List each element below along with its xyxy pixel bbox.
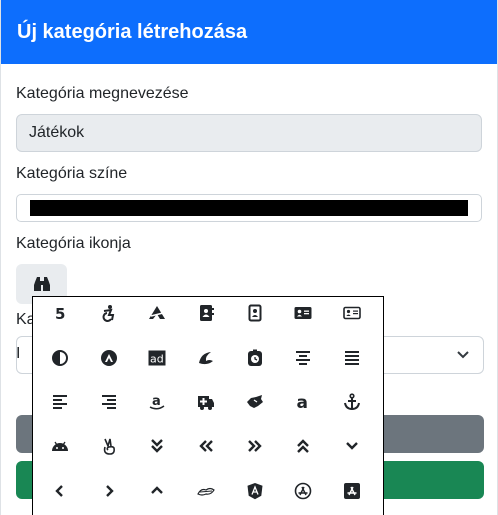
android-icon[interactable] [36,424,85,468]
category-name-input[interactable]: Játékok [16,114,482,152]
binoculars-icon [33,277,50,291]
svg-text:a: a [152,394,161,409]
angry-creative-icon[interactable] [182,469,231,513]
angle-up-icon[interactable] [133,469,182,513]
accessible-icon[interactable] [85,297,134,335]
address-book-icon[interactable] [182,297,231,335]
category-name-value: Játékok [29,124,85,141]
angular-icon[interactable] [230,469,279,513]
svg-text:a: a [297,393,308,411]
modal-header: Új kategória létrehozása [1,0,497,64]
amazon-a-icon[interactable]: a [279,380,328,424]
angellist-icon[interactable] [85,424,134,468]
category-color-input[interactable] [16,194,482,222]
category-name-label: Kategória megnevezése [16,85,189,102]
icon-picker-dropdown: 5 ad a a [32,296,384,515]
app-store-ios-icon[interactable] [328,469,377,513]
modal-body: Kategória megnevezése Játékok Kategória … [1,64,497,304]
alarm-clock-icon[interactable] [230,335,279,379]
american-sign-language-icon[interactable] [230,380,279,424]
color-swatch [30,200,468,216]
category-icon-label: Kategória ikonja [16,235,131,252]
chevron-down-icon [457,351,469,359]
angle-double-right-icon[interactable] [230,424,279,468]
adjust-icon[interactable] [36,335,85,379]
address-card-icon[interactable] [279,297,328,335]
accusoft-icon[interactable] [133,297,182,335]
select-value: I [16,345,21,362]
address-card-outline-icon[interactable] [328,297,377,335]
angle-double-up-icon[interactable] [279,424,328,468]
angle-double-left-icon[interactable] [182,424,231,468]
angle-left-icon[interactable] [36,469,85,513]
align-right-icon[interactable] [85,380,134,424]
align-center-icon[interactable] [279,335,328,379]
modal-title: Új kategória létrehozása [17,20,248,43]
anchor-icon[interactable] [328,380,377,424]
app-store-icon[interactable] [279,469,328,513]
align-justify-icon[interactable] [328,335,377,379]
amazon-icon[interactable]: a [133,380,182,424]
category-color-label: Kategória színe [16,165,128,182]
angle-down-icon[interactable] [328,424,377,468]
adn-icon[interactable] [85,335,134,379]
svg-text:ad: ad [150,352,164,365]
ambulance-icon[interactable] [182,380,231,424]
adversal-icon[interactable] [182,335,231,379]
angle-double-down-icon[interactable] [133,424,182,468]
align-left-icon[interactable] [36,380,85,424]
create-category-modal: Új kategória létrehozása Kategória megne… [0,0,498,515]
svg-text:5: 5 [55,305,65,322]
500px-icon[interactable]: 5 [36,297,85,335]
address-book-outline-icon[interactable] [230,297,279,335]
angle-right-icon[interactable] [85,469,134,513]
ad-icon[interactable]: ad [133,335,182,379]
